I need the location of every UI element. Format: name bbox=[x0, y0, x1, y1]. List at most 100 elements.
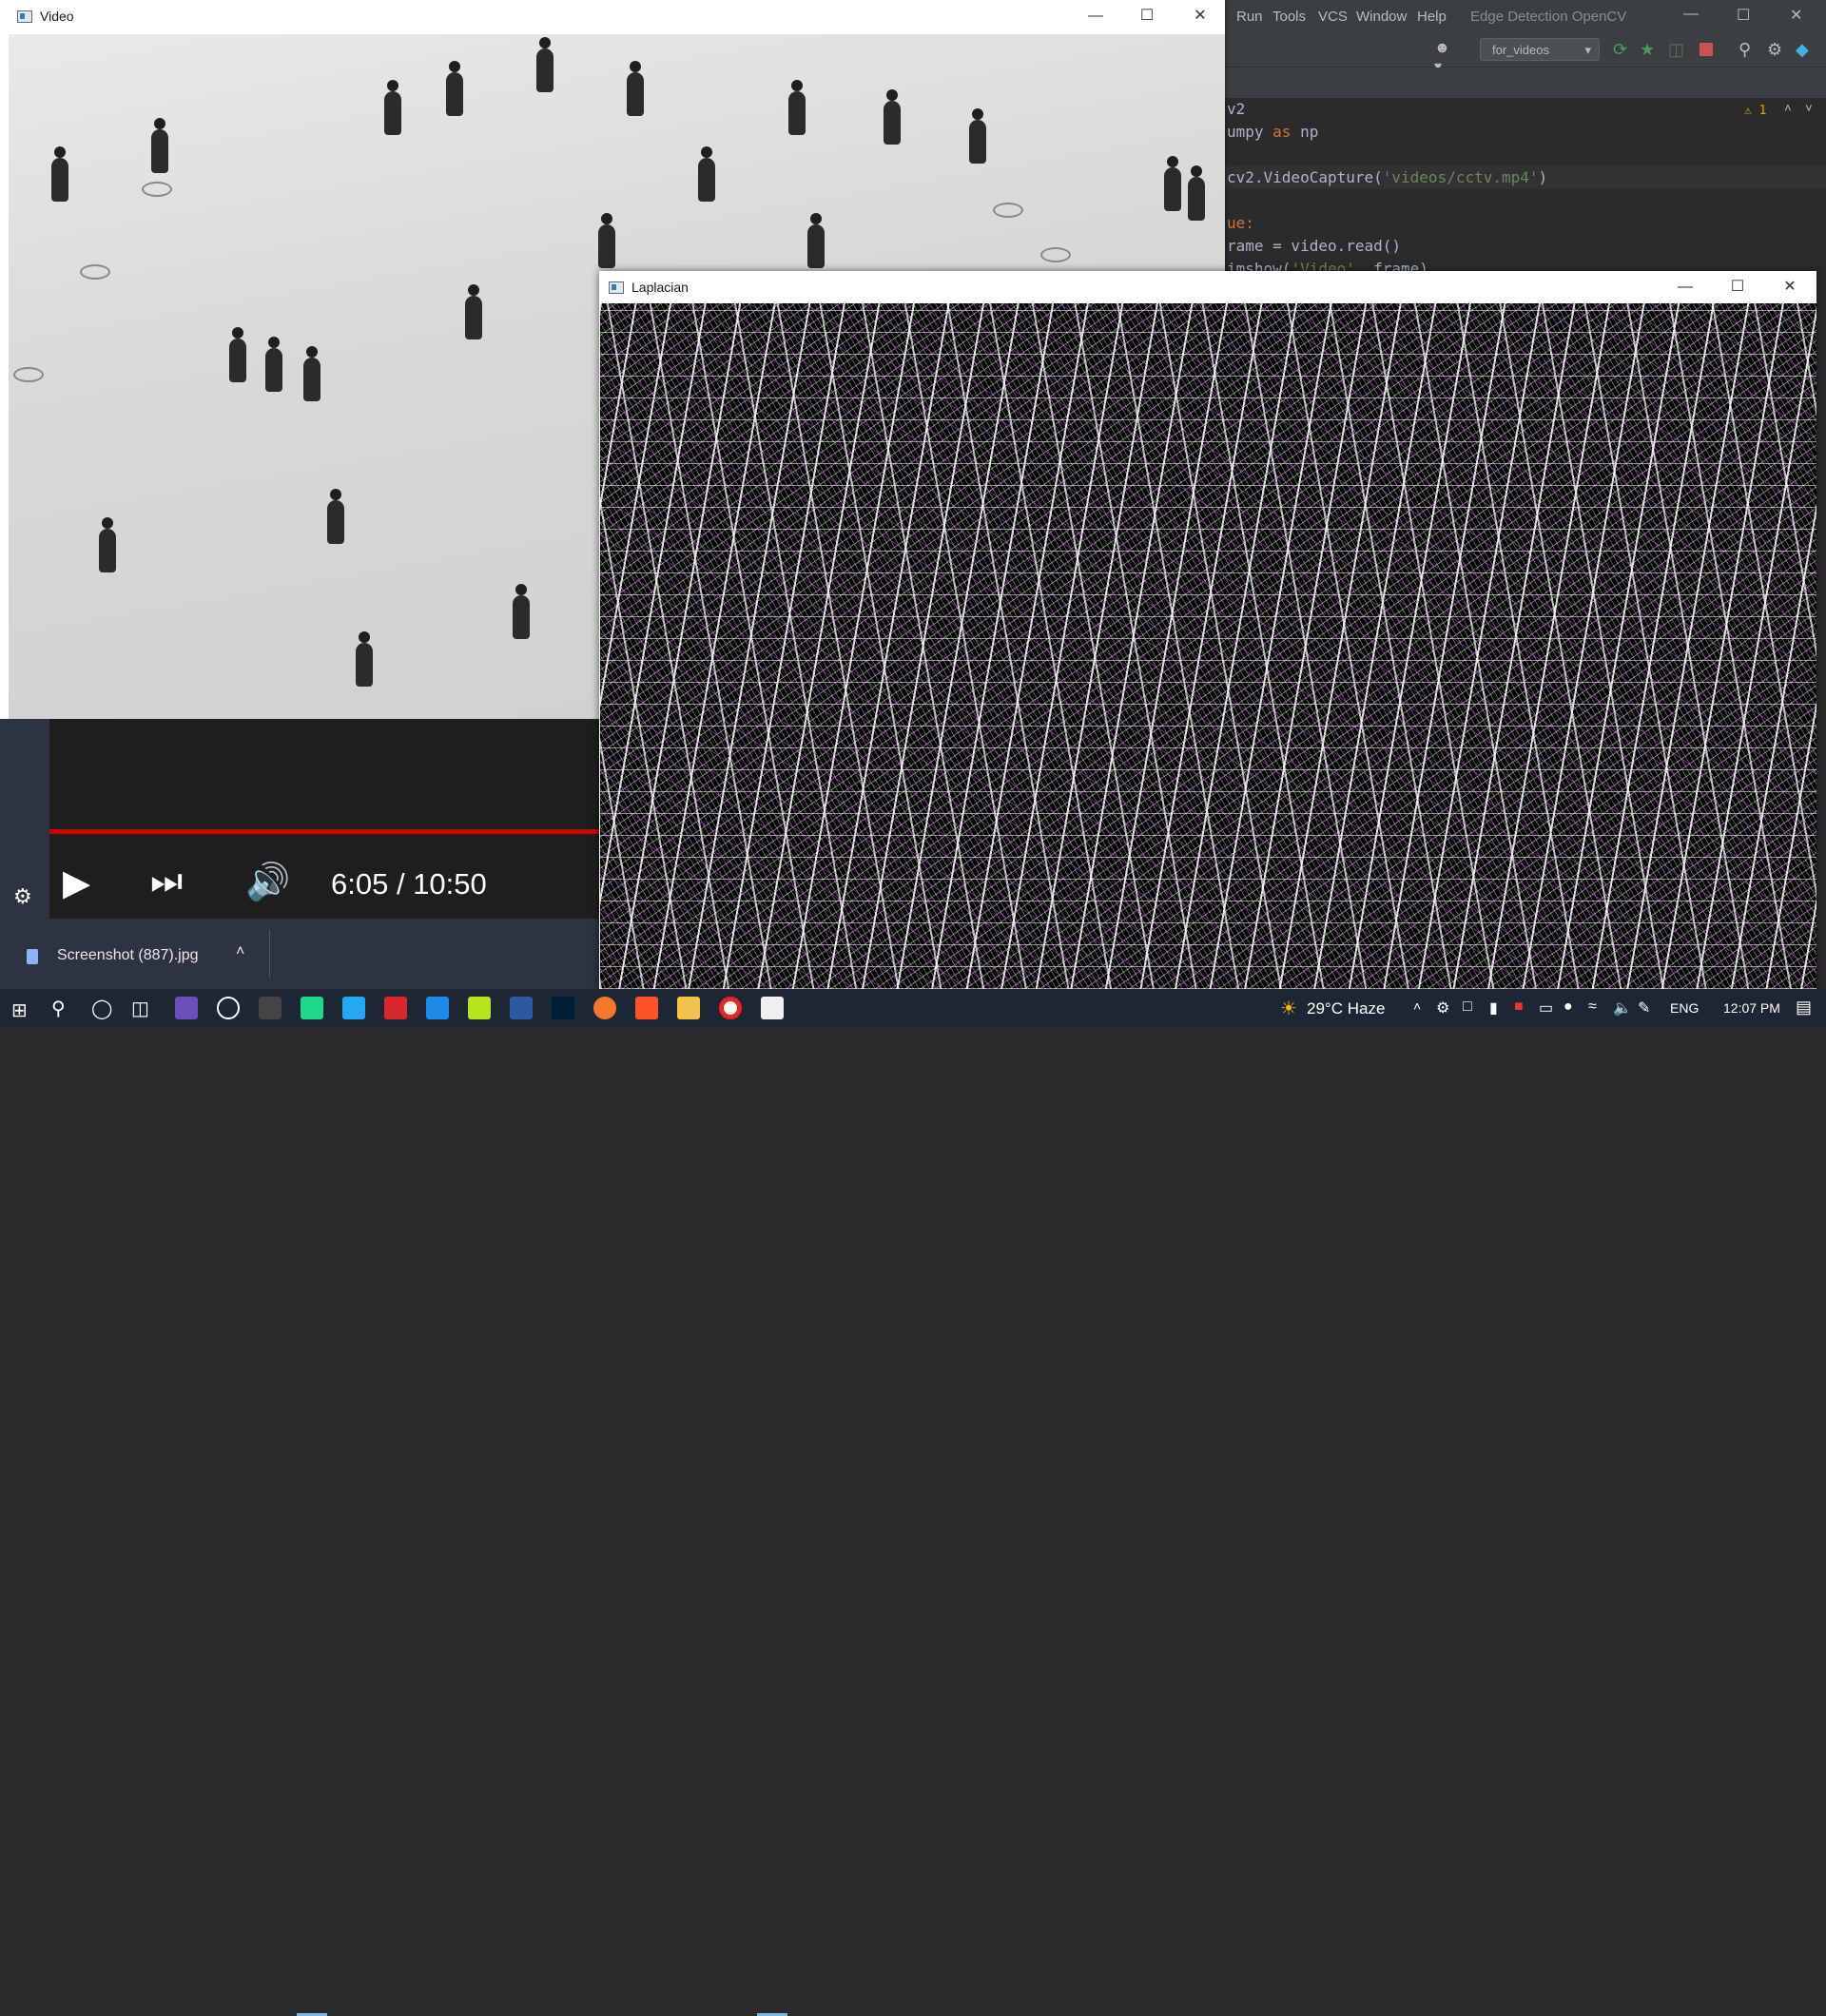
brave-browser-icon[interactable] bbox=[635, 997, 658, 1019]
debug-icon[interactable]: ★ bbox=[1640, 40, 1661, 61]
coverage-icon[interactable]: ◫ bbox=[1668, 40, 1689, 61]
menu-window[interactable]: Window bbox=[1356, 9, 1407, 25]
plugin-icon[interactable]: ◆ bbox=[1796, 40, 1816, 61]
run-config-label: for_videos bbox=[1492, 43, 1549, 57]
close-button[interactable]: ✕ bbox=[1179, 4, 1221, 29]
chevron-up-icon[interactable]: ˄ bbox=[1413, 998, 1421, 1014]
menu-vcs[interactable]: VCS bbox=[1318, 9, 1348, 25]
ide-toolbar: ☻▾ for_videos ▾ ⟳ ★ ◫ ⚲ ⚙ ◆ bbox=[1225, 34, 1826, 75]
windows-start-icon[interactable]: ⊞ bbox=[11, 998, 28, 1022]
speaker-icon[interactable]: 🔈 bbox=[1613, 998, 1632, 1018]
floor-marker bbox=[142, 182, 172, 197]
ide-minimize-button[interactable]: — bbox=[1683, 6, 1699, 23]
pen-icon[interactable]: ✎ bbox=[1638, 998, 1650, 1018]
pedestrian bbox=[265, 337, 282, 392]
menu-tools[interactable]: Tools bbox=[1272, 9, 1306, 25]
battery-icon[interactable]: ▮ bbox=[1489, 998, 1498, 1018]
floor-marker bbox=[13, 367, 44, 382]
search-icon[interactable]: ⚲ bbox=[51, 997, 66, 1020]
file-explorer-icon[interactable] bbox=[677, 997, 700, 1019]
volume-icon[interactable]: 🔊 bbox=[245, 862, 290, 903]
notepad-icon[interactable] bbox=[761, 997, 784, 1019]
cortana-icon[interactable]: ◯ bbox=[91, 997, 112, 1020]
chevron-up-icon[interactable]: ˄ bbox=[1784, 102, 1792, 116]
chevron-down-icon: ▾ bbox=[1584, 43, 1591, 57]
warning-count: 1 bbox=[1758, 104, 1767, 118]
pedestrian bbox=[51, 146, 68, 202]
next-icon[interactable]: ⏭ bbox=[150, 862, 183, 902]
run-config-select[interactable]: for_videos ▾ bbox=[1480, 38, 1600, 61]
stop-icon[interactable] bbox=[1697, 40, 1718, 61]
pycharm-ce-icon[interactable] bbox=[468, 997, 491, 1019]
code-line: v2 bbox=[1227, 100, 1246, 118]
task-view-icon[interactable]: ◫ bbox=[131, 997, 149, 1020]
security-icon[interactable]: ■ bbox=[1514, 998, 1524, 1016]
progress-bar[interactable] bbox=[49, 829, 599, 834]
pedestrian bbox=[99, 517, 116, 572]
wifi-icon[interactable]: ≈ bbox=[1588, 998, 1597, 1016]
pedestrian bbox=[1188, 165, 1205, 221]
pedestrian bbox=[788, 80, 806, 135]
pedestrian bbox=[327, 489, 344, 544]
pycharm-icon[interactable] bbox=[301, 997, 323, 1019]
app-icon-taskbar[interactable] bbox=[175, 997, 198, 1019]
laplacian-titlebar[interactable]: Laplacian — ☐ ✕ bbox=[599, 271, 1816, 303]
vscode-icon[interactable] bbox=[342, 997, 365, 1019]
pedestrian bbox=[536, 37, 554, 92]
pedestrian bbox=[384, 80, 401, 135]
video-titlebar[interactable]: Video — ☐ ✕ bbox=[0, 0, 1225, 32]
ide-maximize-button[interactable]: ☐ bbox=[1737, 6, 1750, 25]
pedestrian bbox=[465, 284, 482, 339]
gear-icon[interactable]: ⚙ bbox=[1767, 40, 1788, 61]
unreal-engine-icon[interactable] bbox=[217, 997, 240, 1019]
close-button[interactable]: ✕ bbox=[1769, 275, 1811, 300]
minimize-button[interactable]: — bbox=[1664, 275, 1706, 300]
code-line: rame = video.read() bbox=[1227, 237, 1402, 255]
blender-icon[interactable] bbox=[593, 997, 616, 1019]
ide-close-button[interactable]: ✕ bbox=[1790, 6, 1802, 25]
powershell-icon[interactable] bbox=[510, 997, 533, 1019]
maximize-button[interactable]: ☐ bbox=[1126, 4, 1168, 29]
menu-run[interactable]: Run bbox=[1236, 9, 1263, 25]
store-icon[interactable] bbox=[426, 997, 449, 1019]
floor-marker bbox=[993, 203, 1023, 218]
menu-help[interactable]: Help bbox=[1417, 9, 1447, 25]
play-icon[interactable]: ▶ bbox=[63, 862, 90, 904]
microphone-icon[interactable]: ● bbox=[1564, 998, 1573, 1016]
weather-icon[interactable]: ☀ bbox=[1280, 997, 1297, 1020]
video-window-title: Video bbox=[40, 9, 74, 24]
rerun-icon[interactable]: ⟳ bbox=[1613, 40, 1634, 61]
opencv-window-icon bbox=[17, 10, 32, 23]
clock[interactable]: 12:07 PM bbox=[1723, 1000, 1780, 1016]
time-display: 6:05 / 10:50 bbox=[331, 867, 487, 901]
tray-b-icon[interactable]: □ bbox=[1463, 998, 1472, 1016]
search-icon[interactable]: ⚲ bbox=[1739, 40, 1759, 61]
user-icon[interactable]: ☻▾ bbox=[1434, 40, 1455, 75]
language-indicator[interactable]: ENG bbox=[1670, 1000, 1699, 1016]
pedestrian bbox=[446, 61, 463, 116]
recorder-icon[interactable] bbox=[719, 997, 742, 1019]
minimize-button[interactable]: — bbox=[1075, 4, 1117, 29]
warning-icon[interactable]: ⚠ 1 bbox=[1744, 104, 1766, 118]
weather-text[interactable]: 29°C Haze bbox=[1307, 999, 1385, 1018]
shield-app-icon[interactable] bbox=[384, 997, 407, 1019]
usb-icon[interactable]: ▭ bbox=[1539, 998, 1553, 1018]
tray-app-icon[interactable]: ⚙ bbox=[1436, 998, 1449, 1018]
code-line: ue: bbox=[1227, 214, 1254, 232]
pedestrian bbox=[807, 213, 825, 268]
pedestrian bbox=[229, 327, 246, 382]
download-item-filename[interactable]: Screenshot (887).jpg bbox=[57, 947, 199, 964]
epic-games-icon[interactable] bbox=[259, 997, 282, 1019]
pedestrian bbox=[698, 146, 715, 202]
project-title: Edge Detection OpenCV bbox=[1470, 9, 1627, 25]
notification-icon[interactable]: ▤ bbox=[1796, 998, 1812, 1018]
chevron-down-icon[interactable]: ˅ bbox=[1805, 102, 1813, 116]
maximize-button[interactable]: ☐ bbox=[1717, 275, 1758, 300]
settings-gear-icon[interactable]: ⚙ bbox=[13, 884, 32, 909]
laplacian-window-title: Laplacian bbox=[631, 280, 689, 295]
taskbar: ⊞ ⚲ ◯ ◫ ☀ 29°C Haze ˄ ⚙ □ ▮ ■ ▭ ● ≈ 🔈 ✎ … bbox=[0, 989, 1826, 2016]
laplacian-edge-image bbox=[600, 303, 1816, 989]
file-icon bbox=[27, 949, 38, 964]
chevron-up-icon[interactable]: ˄ bbox=[236, 943, 244, 960]
photoshop-icon[interactable] bbox=[552, 997, 574, 1019]
